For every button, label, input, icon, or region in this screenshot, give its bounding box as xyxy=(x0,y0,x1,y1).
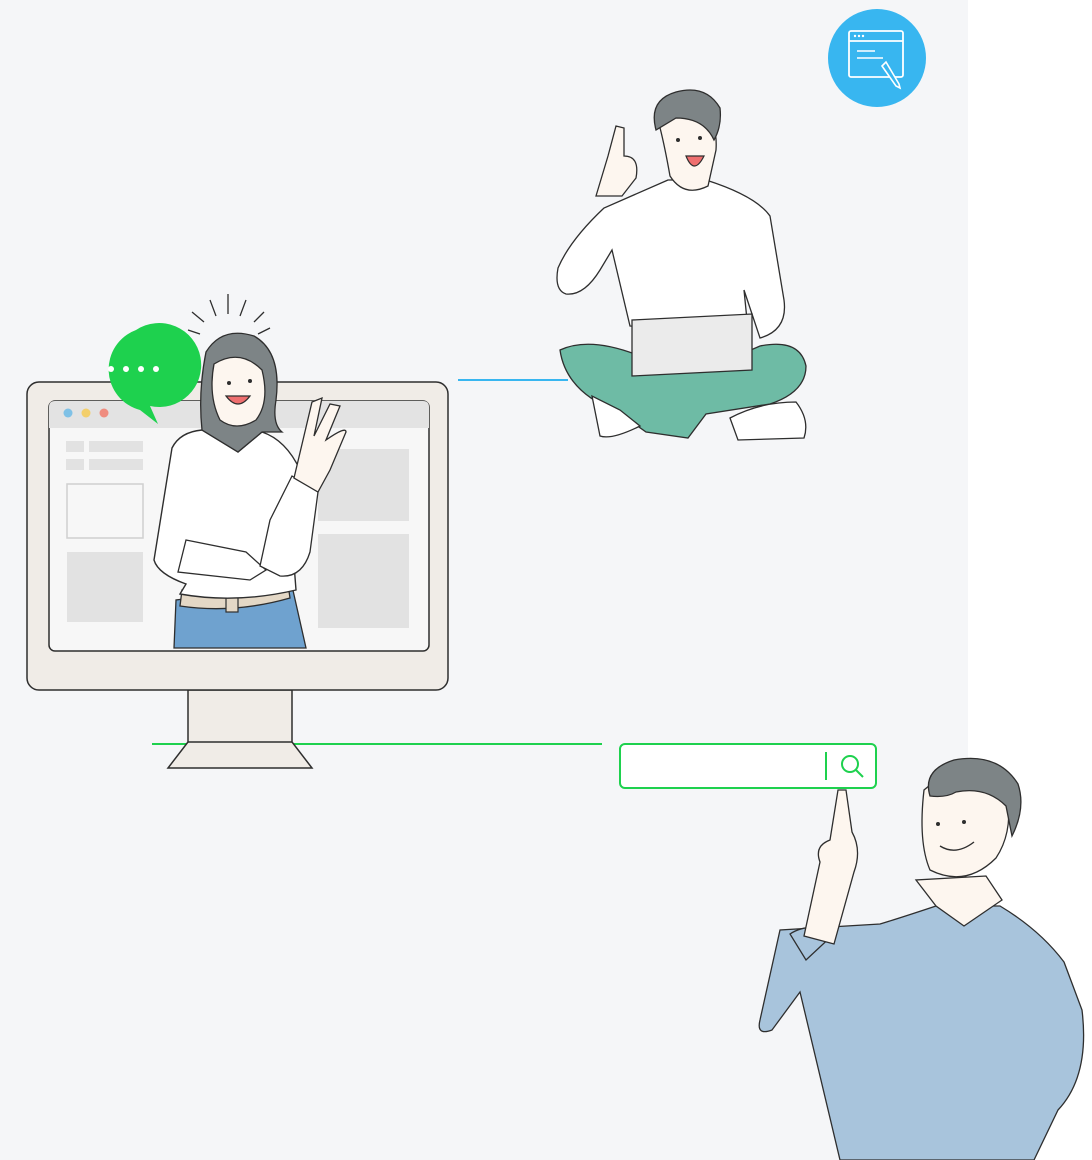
window-dot-yellow xyxy=(81,408,91,418)
window-dot-red xyxy=(99,408,109,418)
window-dot-blue xyxy=(63,408,73,418)
document-edit-icon xyxy=(828,9,926,107)
pointing-man-figure xyxy=(758,757,1085,1160)
search-bar-graphic xyxy=(619,743,877,789)
sitting-man-figure xyxy=(556,89,807,441)
scene-illustration xyxy=(26,9,1085,1160)
illustration-canvas xyxy=(0,0,1092,1160)
